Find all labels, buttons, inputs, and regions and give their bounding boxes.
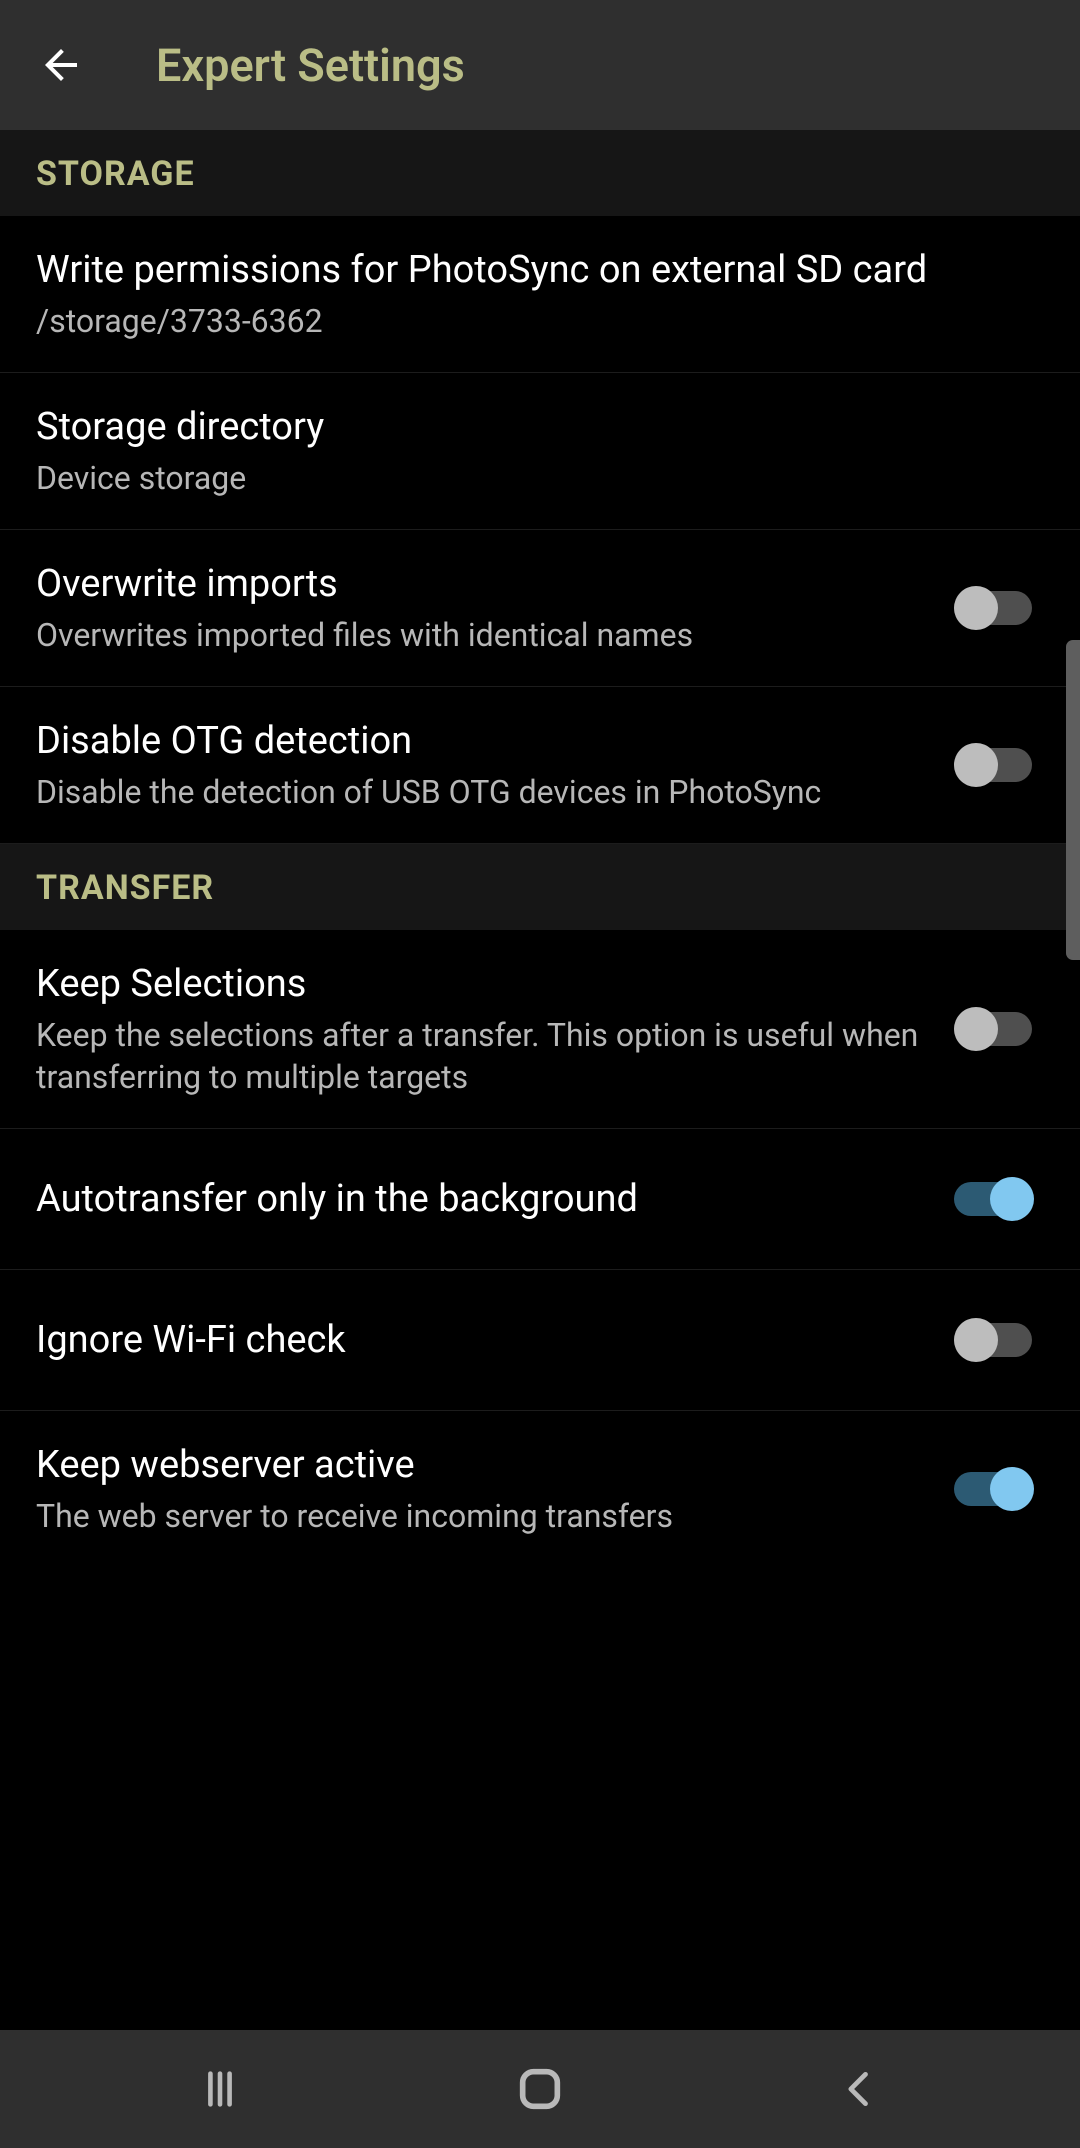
- row-texts: Storage directory Device storage: [36, 403, 1044, 499]
- scrollbar-thumb[interactable]: [1066, 640, 1080, 960]
- row-subtitle: Disable the detection of USB OTG devices…: [36, 771, 934, 813]
- row-texts: Overwrite imports Overwrites imported fi…: [36, 560, 954, 656]
- nav-home-button[interactable]: [480, 2059, 600, 2119]
- chevron-left-icon: [838, 2067, 882, 2111]
- switch-autotransfer-bg[interactable]: [954, 1178, 1034, 1220]
- screen: Expert Settings STORAGE Write permission…: [0, 0, 1080, 2148]
- switch-ignore-wifi[interactable]: [954, 1319, 1034, 1361]
- section-header-transfer: TRANSFER: [0, 844, 1080, 930]
- nav-recent-button[interactable]: [160, 2059, 280, 2119]
- section-label: STORAGE: [36, 154, 195, 194]
- row-subtitle: Keep the selections after a transfer. Th…: [36, 1014, 934, 1098]
- row-title: Write permissions for PhotoSync on exter…: [36, 246, 1024, 294]
- row-texts: Write permissions for PhotoSync on exter…: [36, 246, 1044, 342]
- switch-thumb: [954, 1007, 998, 1051]
- row-autotransfer-bg[interactable]: Autotransfer only in the background: [0, 1129, 1080, 1270]
- row-texts: Keep Selections Keep the selections afte…: [36, 960, 954, 1098]
- row-subtitle: Overwrites imported files with identical…: [36, 614, 934, 656]
- row-title: Autotransfer only in the background: [36, 1175, 934, 1223]
- switch-thumb: [990, 1177, 1034, 1221]
- section-header-storage: STORAGE: [0, 130, 1080, 216]
- row-write-permissions[interactable]: Write permissions for PhotoSync on exter…: [0, 216, 1080, 373]
- row-title: Storage directory: [36, 403, 1024, 451]
- row-texts: Disable OTG detection Disable the detect…: [36, 717, 954, 813]
- row-subtitle: The web server to receive incoming trans…: [36, 1495, 934, 1537]
- row-ignore-wifi[interactable]: Ignore Wi-Fi check: [0, 1270, 1080, 1411]
- switch-thumb: [954, 586, 998, 630]
- row-subtitle: /storage/3733-6362: [36, 300, 1024, 342]
- row-title: Disable OTG detection: [36, 717, 934, 765]
- row-title: Overwrite imports: [36, 560, 934, 608]
- row-texts: Autotransfer only in the background: [36, 1175, 954, 1223]
- arrow-left-icon: [37, 41, 85, 89]
- app-bar: Expert Settings: [0, 0, 1080, 130]
- switch-keep-selections[interactable]: [954, 1008, 1034, 1050]
- row-overwrite-imports[interactable]: Overwrite imports Overwrites imported fi…: [0, 530, 1080, 687]
- row-keep-webserver[interactable]: Keep webserver active The web server to …: [0, 1411, 1080, 1567]
- back-button[interactable]: [36, 40, 86, 90]
- switch-thumb: [990, 1467, 1034, 1511]
- row-keep-selections[interactable]: Keep Selections Keep the selections afte…: [0, 930, 1080, 1129]
- row-texts: Keep webserver active The web server to …: [36, 1441, 954, 1537]
- settings-list[interactable]: STORAGE Write permissions for PhotoSync …: [0, 130, 1080, 2030]
- switch-keep-webserver[interactable]: [954, 1468, 1034, 1510]
- switch-thumb: [954, 1318, 998, 1362]
- recent-apps-icon: [197, 2066, 243, 2112]
- row-title: Ignore Wi-Fi check: [36, 1316, 934, 1364]
- row-title: Keep webserver active: [36, 1441, 934, 1489]
- home-icon: [514, 2063, 566, 2115]
- row-texts: Ignore Wi-Fi check: [36, 1316, 954, 1364]
- section-label: TRANSFER: [36, 868, 214, 908]
- switch-overwrite-imports[interactable]: [954, 587, 1034, 629]
- row-subtitle: Device storage: [36, 457, 1024, 499]
- row-disable-otg[interactable]: Disable OTG detection Disable the detect…: [0, 687, 1080, 844]
- switch-disable-otg[interactable]: [954, 744, 1034, 786]
- row-storage-directory[interactable]: Storage directory Device storage: [0, 373, 1080, 530]
- page-title: Expert Settings: [156, 39, 465, 92]
- nav-back-button[interactable]: [800, 2059, 920, 2119]
- switch-thumb: [954, 743, 998, 787]
- navigation-bar: [0, 2030, 1080, 2148]
- row-title: Keep Selections: [36, 960, 934, 1008]
